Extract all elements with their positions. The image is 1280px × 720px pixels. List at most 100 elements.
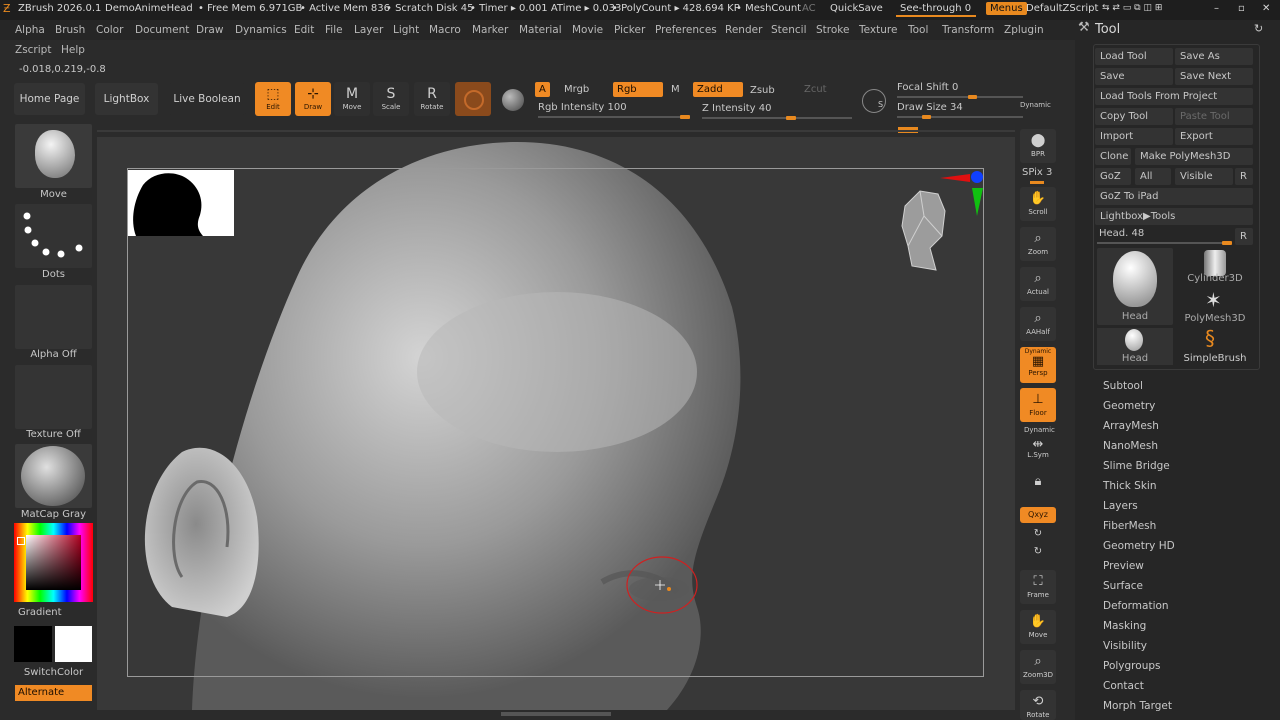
fibermesh-subpalette[interactable]: FiberMesh <box>1103 520 1156 532</box>
lsym-button[interactable]: ⇹ L.Sym <box>1020 436 1056 462</box>
geometry-hd-subpalette[interactable]: Geometry HD <box>1103 540 1175 552</box>
copy-tool-button[interactable]: Copy Tool <box>1095 108 1173 125</box>
xyz-button[interactable]: Qxyz <box>1020 507 1056 523</box>
menu-picker[interactable]: Picker <box>614 24 645 36</box>
zoom3d-button[interactable]: ⌕ Zoom3D <box>1020 650 1056 684</box>
persp-button[interactable]: Dynamic ▦ Persp <box>1020 347 1056 383</box>
alternate-button[interactable]: Alternate <box>15 685 92 701</box>
silhouette-navigator[interactable] <box>128 170 234 236</box>
load-tools-from-project-button[interactable]: Load Tools From Project <box>1095 88 1253 105</box>
color-sphere-icon[interactable] <box>502 89 524 111</box>
polygroups-subpalette[interactable]: Polygroups <box>1103 660 1160 672</box>
axis-gizmo-icon[interactable] <box>935 166 990 221</box>
quicksave-button[interactable]: QuickSave <box>830 3 883 14</box>
zoom-button[interactable]: ⌕ Zoom <box>1020 227 1056 261</box>
preview-subpalette[interactable]: Preview <box>1103 560 1144 572</box>
texture-thumbnail[interactable] <box>15 365 92 429</box>
default-zscript[interactable]: DefaultZScript <box>1026 3 1098 14</box>
menu-render[interactable]: Render <box>725 24 762 36</box>
menu-document[interactable]: Document <box>135 24 189 36</box>
zadd-toggle[interactable]: Zadd <box>693 82 743 97</box>
draw-size-handle[interactable] <box>922 115 931 119</box>
tool-thumb-head-small[interactable]: Head <box>1097 328 1173 365</box>
tool-thumb-cylinder3d[interactable]: Cylinder3D <box>1177 248 1253 285</box>
tool-header[interactable]: Tool <box>1095 22 1120 37</box>
tool-pin-icon[interactable]: ⚒ <box>1078 20 1090 35</box>
rotate-mode-button[interactable]: R Rotate <box>414 82 450 116</box>
menu-stencil[interactable]: Stencil <box>771 24 807 36</box>
head-slider-track[interactable] <box>1097 242 1232 244</box>
draw-size-track[interactable] <box>897 116 1023 118</box>
frame-button[interactable]: ⛶ Frame <box>1020 570 1056 604</box>
aahalf-button[interactable]: ⌕ AAHalf <box>1020 307 1056 341</box>
masking-subpalette[interactable]: Masking <box>1103 620 1146 632</box>
nanomesh-subpalette[interactable]: NanoMesh <box>1103 440 1158 452</box>
tool-thumb-polymesh3d[interactable]: ✶ PolyMesh3D <box>1177 288 1253 325</box>
surface-subpalette[interactable]: Surface <box>1103 580 1143 592</box>
menu-tool[interactable]: Tool <box>908 24 928 36</box>
thick-skin-subpalette[interactable]: Thick Skin <box>1103 480 1157 492</box>
see-through-slider[interactable]: See-through 0 <box>900 3 971 14</box>
lock-button[interactable]: 🔒︎ <box>1020 470 1056 498</box>
menu-texture[interactable]: Texture <box>859 24 897 36</box>
save-next-button[interactable]: Save Next <box>1175 68 1253 85</box>
menu-marker[interactable]: Marker <box>472 24 508 36</box>
make-polymesh3d-button[interactable]: Make PolyMesh3D <box>1135 148 1253 165</box>
zsub-toggle[interactable]: Zsub <box>746 83 779 98</box>
arraymesh-subpalette[interactable]: ArrayMesh <box>1103 420 1159 432</box>
export-button[interactable]: Export <box>1175 128 1253 145</box>
menu-file[interactable]: File <box>325 24 343 36</box>
rotate-3d-button[interactable]: ⟲ Rotate <box>1020 690 1056 720</box>
load-tool-button[interactable]: Load Tool <box>1095 48 1173 65</box>
tool-thumb-simplebrush[interactable]: § SimpleBrush <box>1177 326 1253 365</box>
menu-zscript[interactable]: Zscript <box>15 44 51 56</box>
import-button[interactable]: Import <box>1095 128 1173 145</box>
menu-zplugin[interactable]: Zplugin <box>1004 24 1044 36</box>
rotate-z-icon[interactable]: ↻ <box>1020 546 1056 560</box>
minimize-icon[interactable]: – <box>1214 3 1219 14</box>
paste-tool-button[interactable]: Paste Tool <box>1175 108 1253 125</box>
spix-label[interactable]: SPix 3 <box>1022 167 1052 178</box>
bpr-button[interactable]: ⬤ BPR <box>1020 129 1056 163</box>
save-button[interactable]: Save <box>1095 68 1173 85</box>
viewport-bottom-handle[interactable] <box>501 712 611 716</box>
move-3d-button[interactable]: ✋ Move <box>1020 610 1056 644</box>
color-square[interactable] <box>26 535 81 590</box>
layout-icons[interactable]: ⇆ ⇄ ▭ ⧉ ◫ ⊞ <box>1102 3 1162 13</box>
a-toggle[interactable]: A <box>535 82 550 97</box>
menus-button[interactable]: Menus <box>986 2 1027 15</box>
lightbox-button[interactable]: LightBox <box>95 83 158 115</box>
move-mode-button[interactable]: M Move <box>334 82 370 116</box>
live-boolean-button[interactable]: Live Boolean <box>168 83 246 115</box>
tool-reset-icon[interactable]: ↻ <box>1254 22 1263 35</box>
contact-subpalette[interactable]: Contact <box>1103 680 1144 692</box>
lightbox-tools-button[interactable]: Lightbox▶Tools <box>1095 208 1253 225</box>
menu-transform[interactable]: Transform <box>942 24 994 36</box>
menu-brush[interactable]: Brush <box>55 24 85 36</box>
layers-subpalette[interactable]: Layers <box>1103 500 1138 512</box>
goz-r-button[interactable]: R <box>1235 168 1253 185</box>
rgb-intensity-handle[interactable] <box>680 115 690 119</box>
subtool-subpalette[interactable]: Subtool <box>1103 380 1143 392</box>
brush-thumbnail[interactable] <box>15 124 92 188</box>
secondary-color-swatch[interactable] <box>55 626 92 662</box>
close-icon[interactable]: ✕ <box>1262 3 1270 14</box>
visibility-subpalette[interactable]: Visibility <box>1103 640 1147 652</box>
menu-preferences[interactable]: Preferences <box>655 24 717 36</box>
zcut-toggle[interactable]: Zcut <box>800 82 831 97</box>
dynamic-label[interactable]: Dynamic <box>1020 101 1051 109</box>
menu-light[interactable]: Light <box>393 24 419 36</box>
color-picker[interactable] <box>14 523 93 602</box>
color-marker[interactable] <box>17 537 25 545</box>
z-intensity-handle[interactable] <box>786 116 796 120</box>
menu-layer[interactable]: Layer <box>354 24 383 36</box>
goz-to-ipad-button[interactable]: GoZ To iPad <box>1095 188 1253 205</box>
deformation-subpalette[interactable]: Deformation <box>1103 600 1169 612</box>
spix-slider[interactable] <box>1030 181 1044 184</box>
lazy-mouse-icon[interactable]: S <box>862 89 886 113</box>
clone-button[interactable]: Clone <box>1095 148 1131 165</box>
menu-draw[interactable]: Draw <box>196 24 223 36</box>
home-page-button[interactable]: Home Page <box>14 83 85 115</box>
primary-color-swatch[interactable] <box>14 626 52 662</box>
menu-help[interactable]: Help <box>61 44 85 56</box>
